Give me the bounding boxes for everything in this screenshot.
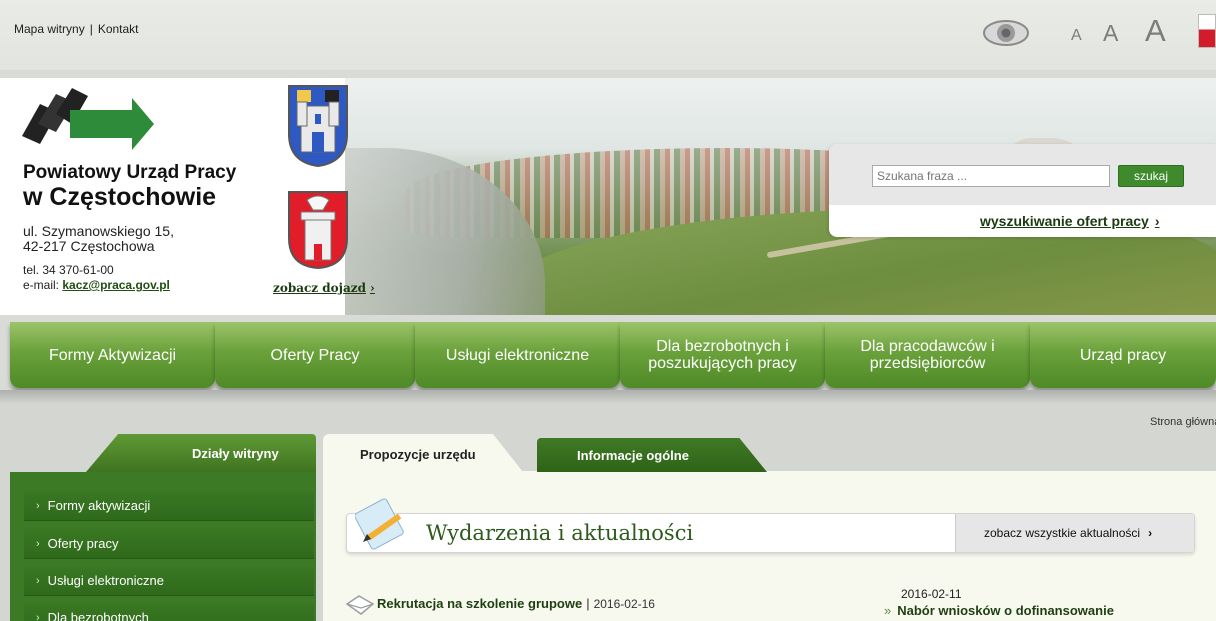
chevron-right-icon: › bbox=[36, 574, 40, 587]
sidebar-item-label: Dla bezrobotnych bbox=[47, 610, 149, 621]
directions-link-label: zobacz dojazd bbox=[273, 281, 366, 295]
nav-item-formy-aktywizacji[interactable]: Formy Aktywizacji bbox=[10, 322, 215, 388]
chevron-right-icon: › bbox=[36, 537, 40, 550]
address-line-1: ul. Szymanowskiego 15, bbox=[23, 223, 174, 239]
pencil-paper-icon bbox=[355, 498, 404, 550]
top-bar: Mapa witryny | Kontakt A A A bbox=[0, 0, 1216, 70]
search-button[interactable]: szukaj bbox=[1118, 165, 1184, 187]
address-line-2: 42-217 Częstochowa bbox=[23, 238, 155, 254]
polish-flag-icon[interactable] bbox=[1198, 14, 1216, 48]
sidebar-title-tab: Działy witryny bbox=[86, 434, 316, 472]
org-name: Powiatowy Urząd Pracy bbox=[23, 162, 237, 183]
nav-item-uslugi-elektroniczne[interactable]: Usługi elektroniczne bbox=[415, 322, 620, 388]
tab-propozycje-urzedu[interactable]: Propozycje urzędu bbox=[323, 434, 523, 472]
county-crest-icon bbox=[288, 191, 348, 270]
envelope-icon bbox=[345, 595, 375, 615]
eye-icon[interactable] bbox=[982, 18, 1030, 48]
contact-link[interactable]: Kontakt bbox=[98, 22, 139, 36]
top-links: Mapa witryny | Kontakt bbox=[14, 22, 139, 36]
chevron-right-icon: › bbox=[1154, 213, 1160, 229]
nav-item-oferty-pracy[interactable]: Oferty Pracy bbox=[215, 322, 415, 388]
top-links-separator: | bbox=[89, 22, 93, 36]
news-item-1[interactable]: Rekrutacja na szkolenie grupowe | 2016-02-… bbox=[377, 596, 655, 611]
nav-shadow bbox=[0, 390, 1216, 404]
font-size-medium-button[interactable]: A bbox=[1103, 20, 1118, 47]
nav-item-dla-bezrobotnych[interactable]: Dla bezrobotnych i poszukujących pracy bbox=[620, 322, 825, 388]
directions-link[interactable]: zobacz dojazd › bbox=[273, 281, 375, 295]
news-section-title: Wydarzenia i aktualności bbox=[426, 521, 694, 545]
logo-icon[interactable] bbox=[22, 84, 154, 156]
news-item-1-separator: | bbox=[586, 596, 590, 611]
news-item-1-date: 2016-02-16 bbox=[593, 597, 655, 611]
job-search-link-label: wyszukiwanie ofert pracy bbox=[980, 213, 1149, 229]
page: Mapa witryny | Kontakt A A A Powiatowy U… bbox=[0, 0, 1216, 621]
sidebar-item-label: Oferty pracy bbox=[47, 536, 119, 551]
news-item-2[interactable]: » Nabór wniosków o dofinansowanie bbox=[884, 603, 1114, 618]
news-item-1-title[interactable]: Rekrutacja na szkolenie grupowe bbox=[377, 596, 582, 611]
czestochowa-crest-icon bbox=[288, 85, 348, 168]
font-size-small-button[interactable]: A bbox=[1071, 27, 1082, 45]
tab-informacje-ogolne[interactable]: Informacje ogólne bbox=[537, 438, 767, 472]
email-row: e-mail: kacz@praca.gov.pl bbox=[23, 278, 170, 293]
all-news-link[interactable]: zobacz wszystkie aktualności › bbox=[955, 514, 1194, 552]
double-chevron-icon: » bbox=[884, 603, 892, 618]
contact-info: tel. 34 370-61-00 e-mail: kacz@praca.gov… bbox=[23, 263, 170, 293]
sidebar-item-label: Usługi elektroniczne bbox=[47, 573, 165, 588]
chevron-right-icon: › bbox=[1148, 526, 1153, 540]
phone: tel. 34 370-61-00 bbox=[23, 263, 114, 277]
all-news-label: zobacz wszystkie aktualności bbox=[984, 526, 1141, 540]
header: Powiatowy Urząd Pracy w Częstochowie ul.… bbox=[0, 78, 1216, 315]
chevron-right-icon: › bbox=[370, 281, 375, 295]
search-input[interactable] bbox=[872, 165, 1110, 187]
email-link[interactable]: kacz@praca.gov.pl bbox=[62, 278, 170, 292]
main-nav: Formy Aktywizacji Oferty Pracy Usługi el… bbox=[0, 322, 1216, 390]
search-panel: szukaj wyszukiwanie ofert pracy › bbox=[829, 144, 1216, 237]
nav-item-dla-pracodawcow[interactable]: Dla pracodawców i przedsiębiorców bbox=[825, 322, 1030, 388]
sitemap-link[interactable]: Mapa witryny bbox=[14, 22, 85, 36]
font-size-large-button[interactable]: A bbox=[1145, 13, 1166, 49]
sidebar-item-uslugi-elektroniczne[interactable]: › Usługi elektroniczne bbox=[24, 566, 314, 596]
nav-item-urzad-pracy[interactable]: Urząd pracy bbox=[1030, 322, 1216, 388]
sidebar-title: Działy witryny bbox=[192, 446, 279, 461]
job-search-link[interactable]: wyszukiwanie ofert pracy › bbox=[980, 213, 1160, 229]
news-item-2-title[interactable]: Nabór wniosków o dofinansowanie bbox=[897, 603, 1114, 618]
sidebar-item-dla-bezrobotnych[interactable]: › Dla bezrobotnych bbox=[24, 603, 314, 621]
sidebar: › Formy aktywizacji › Oferty pracy › Usługi… bbox=[10, 472, 316, 621]
breadcrumb[interactable]: Strona główna bbox=[1150, 416, 1216, 428]
news-item-2-date: 2016-02-11 bbox=[901, 587, 962, 601]
chevron-right-icon: › bbox=[36, 611, 40, 621]
address: ul. Szymanowskiego 15, 42-217 Częstochow… bbox=[23, 224, 174, 254]
email-label: e-mail: bbox=[23, 278, 60, 292]
tab-label: Informacje ogólne bbox=[577, 448, 689, 463]
tab-label: Propozycje urzędu bbox=[360, 447, 476, 462]
org-city: w Częstochowie bbox=[23, 183, 217, 211]
sidebar-item-formy-aktywizacji[interactable]: › Formy aktywizacji bbox=[24, 491, 314, 521]
sidebar-item-oferty-pracy[interactable]: › Oferty pracy bbox=[24, 529, 314, 559]
sidebar-item-label: Formy aktywizacji bbox=[47, 498, 151, 513]
chevron-right-icon: › bbox=[36, 499, 40, 512]
